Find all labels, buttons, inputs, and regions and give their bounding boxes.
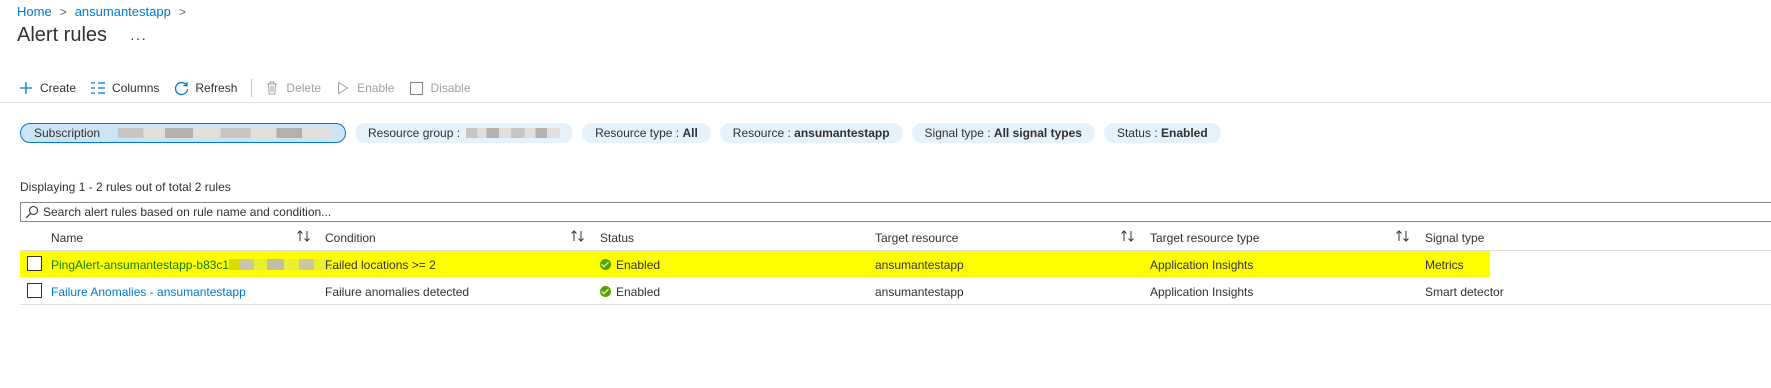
status-filter-pill[interactable]: Status : Enabled	[1103, 123, 1221, 143]
columns-button[interactable]: Columns	[90, 80, 159, 96]
results-summary: Displaying 1 - 2 rules out of total 2 ru…	[20, 180, 231, 194]
delete-button-label: Delete	[286, 81, 322, 95]
status-filter-value: Enabled	[1160, 126, 1208, 140]
rule-name-text: PingAlert-ansumantestapp-b83c1	[51, 258, 230, 272]
resource-type-filter-value: All	[682, 126, 698, 140]
enable-button-label: Enable	[357, 81, 395, 95]
delete-icon	[264, 80, 280, 96]
table-header: Name Condition Status Target resource Ta…	[20, 226, 1771, 251]
subscription-filter-label: Subscription	[34, 126, 101, 140]
table-row[interactable]: PingAlert-ansumantestapp-b83c1... Failed…	[20, 251, 1771, 277]
columns-button-label: Columns	[112, 81, 160, 95]
rule-condition: Failed locations >= 2	[325, 258, 436, 272]
column-header-target-resource-type[interactable]: Target resource type	[1150, 231, 1259, 245]
row-checkbox[interactable]	[27, 283, 42, 298]
more-icon[interactable]: ···	[130, 30, 147, 46]
breadcrumb-resource-link[interactable]: ansumantestapp	[75, 4, 171, 19]
rule-target-resource: ansumantestapp	[875, 285, 964, 299]
table-row[interactable]: Failure Anomalies - ansumantestapp Failu…	[20, 278, 1771, 305]
plus-icon	[18, 80, 34, 96]
resource-filter-label: Resource :	[732, 126, 791, 140]
command-bar: Create Columns Refresh Delete Enable Dis…	[18, 78, 485, 98]
resource-type-filter-label: Resource type :	[595, 126, 680, 140]
refresh-icon	[173, 80, 189, 96]
disable-icon	[408, 80, 424, 96]
search-input[interactable]	[43, 205, 1771, 219]
status-enabled-icon	[600, 259, 611, 270]
column-header-signal-type[interactable]: Signal type	[1425, 231, 1484, 245]
rule-status: Enabled	[600, 258, 660, 272]
rule-name-link[interactable]: PingAlert-ansumantestapp-b83c1...	[51, 258, 339, 272]
sort-icon[interactable]	[296, 229, 312, 243]
refresh-button-label: Refresh	[195, 81, 238, 95]
row-checkbox[interactable]	[27, 256, 42, 271]
rule-target-resource-type: Application Insights	[1150, 258, 1254, 272]
create-button-label: Create	[40, 81, 77, 95]
resource-filter-value: ansumantestapp	[794, 126, 890, 140]
disable-button[interactable]: Disable	[408, 80, 471, 96]
redacted-rule-name	[229, 259, 330, 270]
toolbar-divider	[251, 79, 253, 97]
resource-filter-pill[interactable]: Resource : ansumantestapp	[719, 123, 903, 143]
rule-status-text: Enabled	[616, 258, 661, 272]
search-icon	[25, 205, 39, 219]
sort-icon[interactable]	[1395, 229, 1411, 243]
rule-condition: Failure anomalies detected	[325, 285, 470, 299]
rule-signal-type: Metrics	[1425, 258, 1464, 272]
toolbar-divider-line	[0, 102, 1771, 103]
column-header-status[interactable]: Status	[600, 231, 634, 245]
breadcrumb: Home > ansumantestapp >	[17, 4, 194, 19]
status-enabled-icon	[600, 286, 611, 297]
rule-target-resource: ansumantestapp	[875, 258, 964, 272]
breadcrumb-home-link[interactable]: Home	[17, 4, 52, 19]
create-button[interactable]: Create	[18, 80, 76, 96]
rule-target-resource-type: Application Insights	[1150, 285, 1254, 299]
signal-type-filter-pill[interactable]: Signal type : All signal types	[911, 123, 1095, 143]
enable-button[interactable]: Enable	[335, 80, 394, 96]
breadcrumb-separator-icon: >	[59, 4, 67, 19]
enable-icon	[335, 80, 351, 96]
rule-status-text: Enabled	[616, 285, 661, 299]
rule-signal-type: Smart detector	[1425, 285, 1504, 299]
disable-button-label: Disable	[430, 81, 471, 95]
status-filter-label: Status :	[1116, 126, 1158, 140]
columns-icon	[90, 80, 106, 96]
redacted-subscription-value	[118, 128, 332, 138]
page-title: Alert rules	[17, 24, 108, 46]
delete-button[interactable]: Delete	[264, 80, 321, 96]
refresh-button[interactable]: Refresh	[173, 80, 237, 96]
filter-pills: Subscription Resource group : Resource t…	[20, 123, 1230, 143]
sort-icon[interactable]	[570, 229, 586, 243]
sort-icon[interactable]	[1120, 229, 1136, 243]
column-header-target-resource[interactable]: Target resource	[875, 231, 958, 245]
signal-type-filter-value: All signal types	[993, 126, 1082, 140]
search-box[interactable]	[20, 202, 1771, 222]
resource-type-filter-pill[interactable]: Resource type : All	[582, 123, 711, 143]
signal-type-filter-label: Signal type :	[924, 126, 991, 140]
subscription-filter-pill[interactable]: Subscription	[20, 123, 346, 143]
breadcrumb-separator-icon: >	[178, 4, 186, 19]
resource-group-filter-pill[interactable]: Resource group :	[355, 123, 574, 143]
redacted-resource-group-value	[466, 128, 561, 138]
rule-status: Enabled	[600, 285, 660, 299]
resource-group-filter-label: Resource group :	[368, 126, 461, 140]
rule-name-link[interactable]: Failure Anomalies - ansumantestapp	[51, 285, 246, 299]
column-header-condition[interactable]: Condition	[325, 231, 376, 245]
column-header-name[interactable]: Name	[51, 231, 83, 245]
